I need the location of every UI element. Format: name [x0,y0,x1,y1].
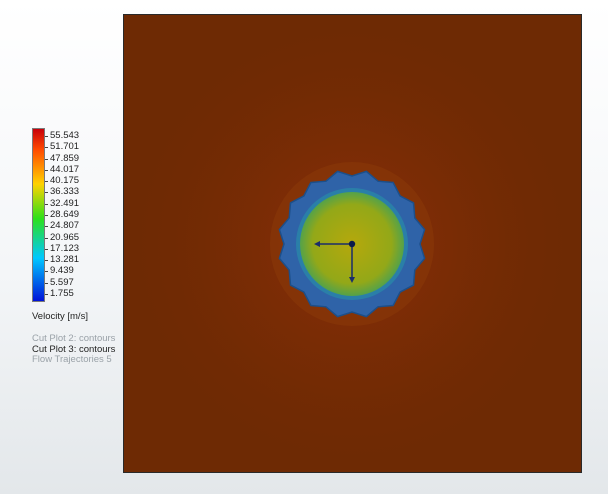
legend-tick-label: 44.017 [45,164,120,175]
legend-tick-label: 5.597 [45,277,120,288]
legend-tick-label: 47.859 [45,153,120,164]
legend-tick-label: 55.543 [45,131,120,141]
legend-tick-label: 51.701 [45,142,120,152]
contour-plot [124,15,581,472]
legend-tick-label: 1.755 [45,288,120,299]
legend-tick-label: 9.439 [45,266,120,276]
legend-tick-label: 40.175 [45,176,120,186]
plot-list: Cut Plot 2: contours Cut Plot 3: contour… [32,333,115,366]
plot-item-cut-plot-2[interactable]: Cut Plot 2: contours [32,333,115,345]
legend-tick-label: 13.281 [45,255,120,265]
legend-colorbar [32,128,45,302]
legend-tick-label: 36.333 [45,187,120,197]
plot-item-flow-trajectories[interactable]: Flow Trajectories 5 [32,354,115,366]
legend-tick-label: 20.965 [45,232,120,243]
legend-tick-label: 24.807 [45,221,120,231]
legend-tick-labels: 55.543 51.701 47.859 44.017 40.175 36.33… [45,131,120,299]
legend-tick-label: 17.123 [45,243,120,254]
legend-tick-label: 28.649 [45,209,120,220]
legend-quantity-label[interactable]: Velocity [m/s] [32,311,88,322]
graphics-viewport[interactable] [123,14,582,473]
legend-tick-label: 32.491 [45,198,120,209]
